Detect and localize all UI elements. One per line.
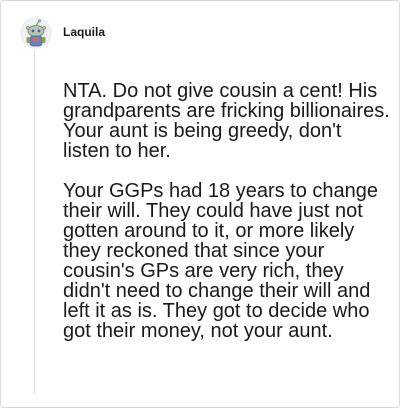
- comment-paragraph: NTA. Do not give cousin a cent! His gran…: [63, 80, 390, 162]
- thread-line[interactable]: [34, 51, 35, 393]
- comment-paragraph: Your GGPs had 18 years to change their w…: [63, 180, 379, 342]
- comment-author[interactable]: Laquila: [63, 25, 105, 39]
- comment-card: Laquila NTA. Do not give cousin a cent! …: [0, 0, 400, 408]
- comment-body: NTA. Do not give cousin a cent! His gran…: [63, 81, 393, 341]
- snoo-avatar-icon[interactable]: [20, 17, 52, 49]
